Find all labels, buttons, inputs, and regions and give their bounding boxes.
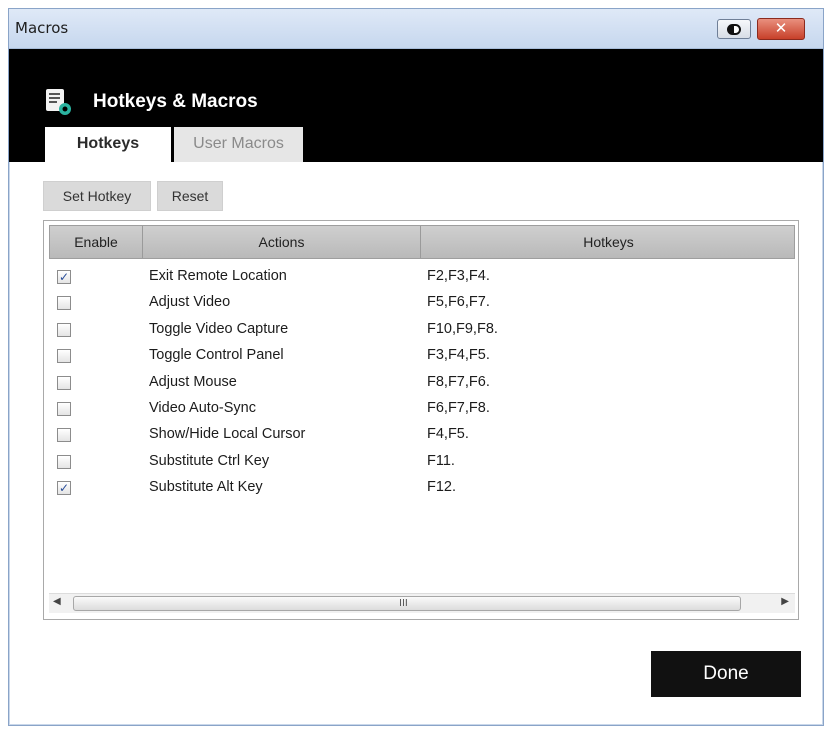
enable-checkbox[interactable]	[57, 401, 71, 416]
table-row[interactable]: Show/Hide Local Cursor F4,F5.	[49, 423, 795, 449]
macros-window: Macros ✕ Hotkeys & Macros Hotkeys User M…	[8, 8, 824, 726]
action-cell: Substitute Ctrl Key	[149, 452, 270, 469]
table-row[interactable]: Toggle Video Capture F10,F9,F8.	[49, 318, 795, 344]
enable-checkbox[interactable]	[57, 375, 71, 390]
column-header-enable[interactable]: Enable	[50, 226, 143, 258]
table-row[interactable]: ✓ Substitute Alt Key F12.	[49, 476, 795, 502]
header-title: Hotkeys & Macros	[93, 91, 258, 112]
enable-checkbox[interactable]	[57, 296, 71, 311]
table-row[interactable]: Substitute Ctrl Key F11.	[49, 450, 795, 476]
enable-checkbox[interactable]: ✓	[57, 481, 71, 496]
tab-hotkeys[interactable]: Hotkeys	[45, 127, 171, 162]
hotkey-cell: F6,F7,F8.	[427, 399, 490, 416]
scroll-right-icon[interactable]: ▶	[781, 596, 789, 607]
table-row[interactable]: ✓ Exit Remote Location F2,F3,F4.	[49, 265, 795, 291]
action-cell: Show/Hide Local Cursor	[149, 426, 306, 443]
title-bar: Macros ✕	[9, 9, 823, 49]
action-cell: Toggle Video Capture	[149, 320, 289, 337]
action-cell: Toggle Control Panel	[149, 347, 284, 364]
table-body: ✓ Exit Remote Location F2,F3,F4. Adjust …	[49, 265, 795, 503]
action-cell: Video Auto-Sync	[149, 399, 256, 416]
action-cell: Adjust Mouse	[149, 373, 237, 390]
toggle-view-button[interactable]	[717, 19, 751, 39]
table-row[interactable]: Video Auto-Sync F6,F7,F8.	[49, 397, 795, 423]
enable-checkbox[interactable]: ✓	[57, 270, 71, 284]
horizontal-scrollbar[interactable]: ◀ III ▶	[49, 593, 795, 613]
hotkey-cell: F8,F7,F6.	[427, 373, 490, 390]
hotkey-cell: F11.	[427, 452, 455, 469]
hotkey-cell: F2,F3,F4.	[427, 268, 490, 284]
grip-icon: III	[399, 598, 408, 609]
action-cell: Exit Remote Location	[149, 268, 287, 284]
set-hotkey-button[interactable]: Set Hotkey	[43, 181, 151, 211]
hotkey-cell: F5,F6,F7.	[427, 294, 490, 311]
close-button[interactable]: ✕	[757, 18, 805, 40]
enable-checkbox[interactable]	[57, 428, 71, 443]
window-title: Macros	[15, 19, 69, 37]
hotkey-cell: F12.	[427, 479, 457, 496]
table-row[interactable]: Toggle Control Panel F3,F4,F5.	[49, 344, 795, 370]
table-row[interactable]: Adjust Mouse F8,F7,F6.	[49, 371, 795, 397]
done-button[interactable]: Done	[651, 651, 801, 697]
enable-checkbox[interactable]	[57, 349, 71, 364]
scroll-left-icon[interactable]: ◀	[53, 596, 61, 607]
half-circle-icon	[727, 24, 741, 35]
table-header: Enable Actions Hotkeys	[49, 225, 795, 259]
column-header-actions[interactable]: Actions	[143, 226, 421, 258]
enable-checkbox[interactable]	[57, 322, 71, 337]
scroll-thumb[interactable]: III	[73, 596, 741, 611]
script-settings-icon	[46, 89, 71, 115]
column-header-hotkeys[interactable]: Hotkeys	[421, 226, 796, 258]
reset-button[interactable]: Reset	[157, 181, 223, 211]
dialog-header: Hotkeys & Macros Hotkeys User Macros	[9, 49, 823, 162]
hotkey-cell: F3,F4,F5.	[427, 347, 490, 364]
action-cell: Substitute Alt Key	[149, 479, 263, 496]
enable-checkbox[interactable]	[57, 454, 71, 469]
table-row[interactable]: Adjust Video F5,F6,F7.	[49, 291, 795, 317]
action-cell: Adjust Video	[149, 294, 231, 311]
tab-user-macros[interactable]: User Macros	[174, 127, 303, 162]
hotkey-cell: F10,F9,F8.	[427, 320, 498, 337]
hotkey-cell: F4,F5.	[427, 426, 469, 443]
hotkeys-table: Enable Actions Hotkeys ✓ Exit Remote Loc…	[43, 220, 799, 620]
